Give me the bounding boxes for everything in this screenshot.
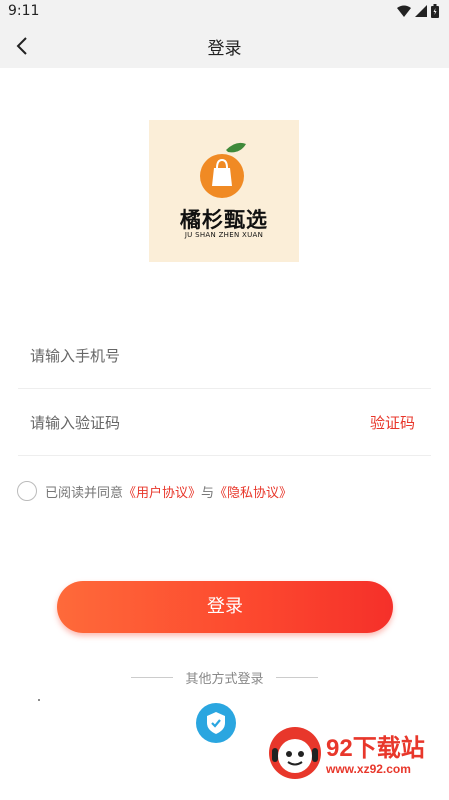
mascot-logo-icon (269, 727, 321, 779)
privacy-policy-link[interactable]: 《隐私协议》 (214, 482, 292, 501)
orange-bag-icon (200, 142, 246, 198)
watermark: 92下载站 www.xz92.com (262, 722, 442, 786)
code-input[interactable]: 请输入验证码 (30, 412, 120, 433)
app-logo: 橘杉甄选 JU SHAN ZHEN XUAN (149, 120, 299, 262)
phone-field[interactable]: 请输入手机号 (18, 322, 431, 389)
logo-brand-name: 橘杉甄选 (180, 208, 268, 232)
user-agreement-link[interactable]: 《用户协议》 (123, 482, 201, 501)
signal-icon (415, 5, 427, 17)
wifi-icon (397, 5, 411, 17)
nav-bar: 登录 (0, 24, 449, 68)
page-title: 登录 (207, 39, 242, 59)
code-field[interactable]: 请输入验证码 验证码 (18, 389, 431, 456)
divider-line-left (131, 677, 174, 678)
battery-icon (431, 4, 439, 18)
watermark-url: www.xz92.com (326, 762, 411, 776)
status-bar: 9:11 (0, 0, 449, 24)
other-login-label: 其他方式登录 (185, 672, 264, 687)
divider-line-right (275, 677, 318, 678)
agreement-row: 已阅读并同意 《用户协议》 与 《隐私协议》 (17, 480, 292, 502)
phone-input[interactable]: 请输入手机号 (30, 345, 120, 366)
shield-check-icon (207, 712, 225, 734)
decorative-dot (38, 699, 40, 701)
agree-checkbox[interactable] (17, 481, 37, 501)
one-click-login-button[interactable] (196, 703, 236, 743)
status-icons (397, 4, 439, 18)
login-button[interactable]: 登录 (57, 581, 393, 633)
status-time: 9:11 (8, 3, 40, 19)
logo-subtitle: JU SHAN ZHEN XUAN (184, 231, 264, 239)
other-login-divider: 其他方式登录 (0, 668, 449, 687)
get-code-button[interactable]: 验证码 (370, 412, 415, 433)
agreement-prefix: 已阅读并同意 (45, 485, 124, 501)
watermark-title: 92下载站 (326, 735, 425, 762)
agreement-joiner: 与 (201, 485, 215, 501)
